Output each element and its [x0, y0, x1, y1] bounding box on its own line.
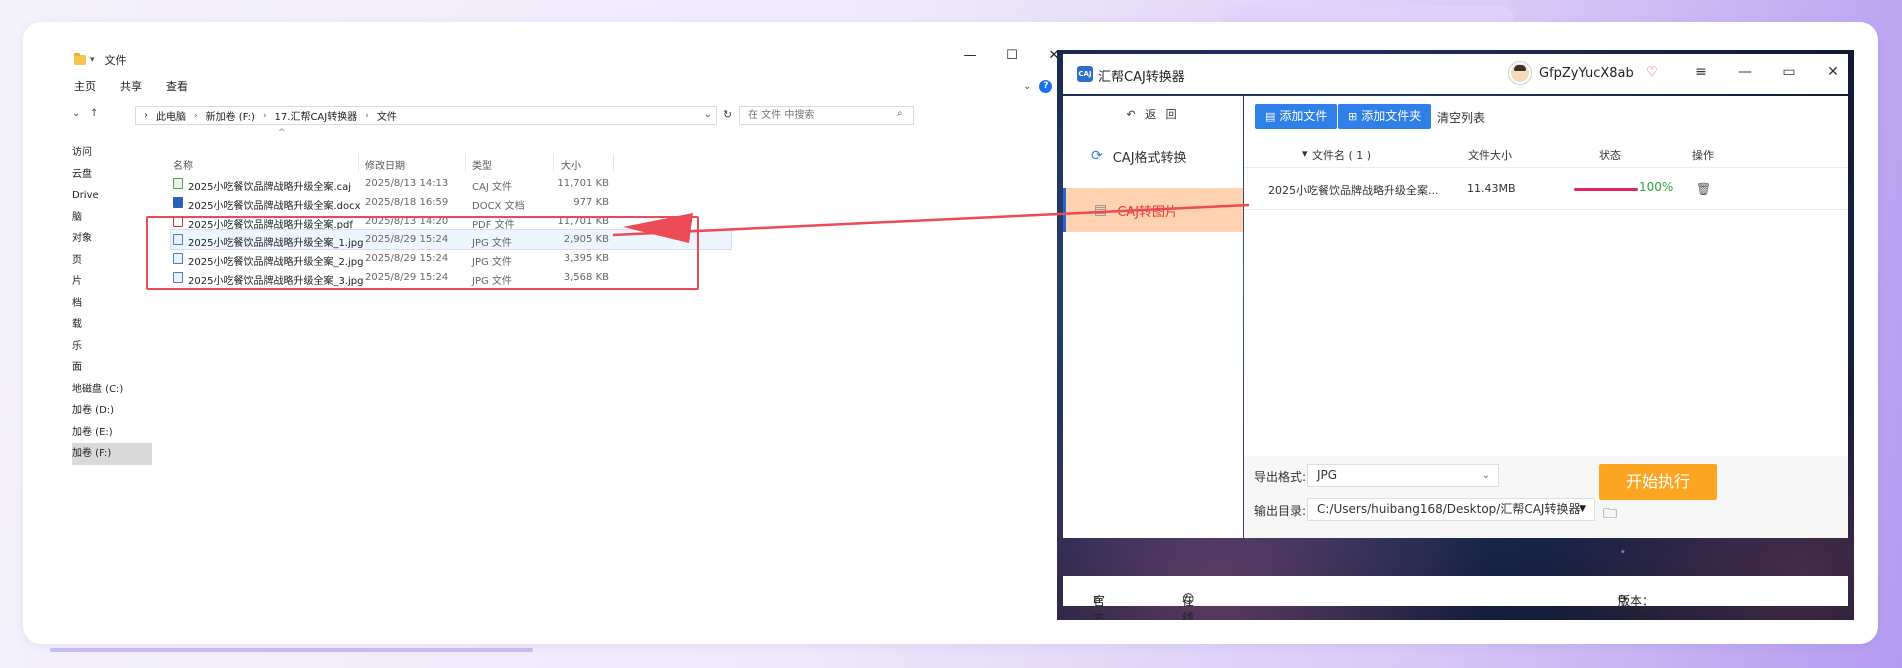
annotation-arrow: [612, 203, 1250, 243]
background-decoration-bottom: [50, 648, 533, 652]
screenshot-card: ▾ 文件 — ☐ ✕ 主页 共享 查看 ⌄ ? ⌄ ↑ › 此电脑 › 新加卷 …: [23, 22, 1878, 644]
annotation-arrow-line: [612, 203, 1250, 237]
